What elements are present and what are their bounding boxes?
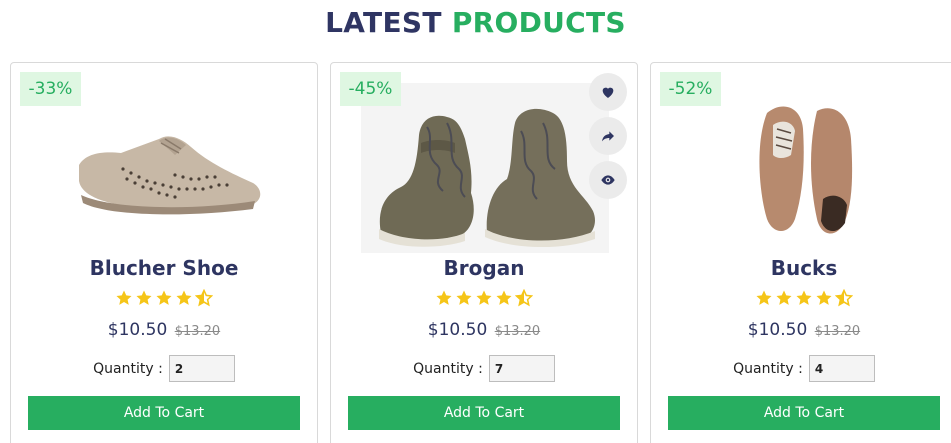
quantity-input[interactable] — [488, 355, 555, 382]
share-icon — [602, 131, 614, 142]
shoe-image — [79, 136, 261, 215]
boots-image — [361, 83, 609, 253]
product-card[interactable]: -45% Brogan $10.50 $13.20 Quantity : Add… — [330, 62, 638, 443]
quick-view-button[interactable] — [589, 161, 627, 199]
product-image[interactable] — [361, 83, 609, 253]
star-icon — [136, 290, 152, 305]
product-name[interactable]: Bucks — [651, 256, 951, 280]
section-title-latest: LATEST — [325, 6, 442, 39]
discount-badge: -33% — [20, 72, 81, 106]
price: $10.50 $13.20 — [11, 320, 317, 340]
quantity-input[interactable] — [808, 355, 875, 382]
price: $10.50 $13.20 — [331, 320, 637, 340]
bucks-shoes-image — [759, 106, 853, 234]
discount-badge: -52% — [660, 72, 721, 106]
current-price: $10.50 — [747, 320, 808, 340]
star-icon — [816, 290, 832, 305]
section-title-products: PRODUCTS — [451, 6, 626, 39]
eye-icon — [601, 175, 615, 185]
star-icon — [176, 290, 192, 305]
old-price: $13.20 — [494, 324, 541, 339]
add-to-cart-button[interactable]: Add To Cart — [348, 396, 620, 430]
quantity-row: Quantity : — [11, 355, 317, 382]
old-price: $13.20 — [814, 324, 861, 339]
product-card[interactable]: -33% Blucher Shoe $10.50 $13.20 Quantity… — [10, 62, 318, 443]
star-rating — [11, 289, 317, 309]
share-button[interactable] — [589, 117, 627, 155]
product-image[interactable] — [681, 83, 929, 253]
star-icon — [756, 290, 772, 305]
current-price: $10.50 — [427, 320, 488, 340]
star-icon — [496, 290, 512, 305]
product-name[interactable]: Blucher Shoe — [11, 256, 317, 280]
product-image[interactable] — [41, 83, 289, 253]
heart-icon — [602, 87, 614, 98]
product-card[interactable]: -52% Bucks $10.50 $13.20 Quantity : Add … — [650, 62, 951, 443]
star-icon — [776, 290, 792, 305]
star-half-icon — [835, 289, 853, 307]
product-actions — [589, 73, 627, 205]
quantity-label: Quantity : — [733, 360, 803, 377]
star-icon — [456, 290, 472, 305]
discount-badge: -45% — [340, 72, 401, 106]
wishlist-button[interactable] — [589, 73, 627, 111]
star-rating — [651, 289, 951, 309]
quantity-row: Quantity : — [651, 355, 951, 382]
star-half-icon — [195, 289, 213, 307]
quantity-row: Quantity : — [331, 355, 637, 382]
old-price: $13.20 — [174, 324, 221, 339]
add-to-cart-button[interactable]: Add To Cart — [668, 396, 940, 430]
add-to-cart-button[interactable]: Add To Cart — [28, 396, 300, 430]
star-icon — [796, 290, 812, 305]
star-icon — [116, 290, 132, 305]
section-title: LATEST PRODUCTS — [0, 6, 951, 39]
current-price: $10.50 — [107, 320, 168, 340]
quantity-label: Quantity : — [93, 360, 163, 377]
quantity-input[interactable] — [168, 355, 235, 382]
star-icon — [476, 290, 492, 305]
price: $10.50 $13.20 — [651, 320, 951, 340]
star-rating — [331, 289, 637, 309]
product-name[interactable]: Brogan — [331, 256, 637, 280]
star-icon — [436, 290, 452, 305]
quantity-label: Quantity : — [413, 360, 483, 377]
star-icon — [156, 290, 172, 305]
star-half-icon — [515, 289, 533, 307]
